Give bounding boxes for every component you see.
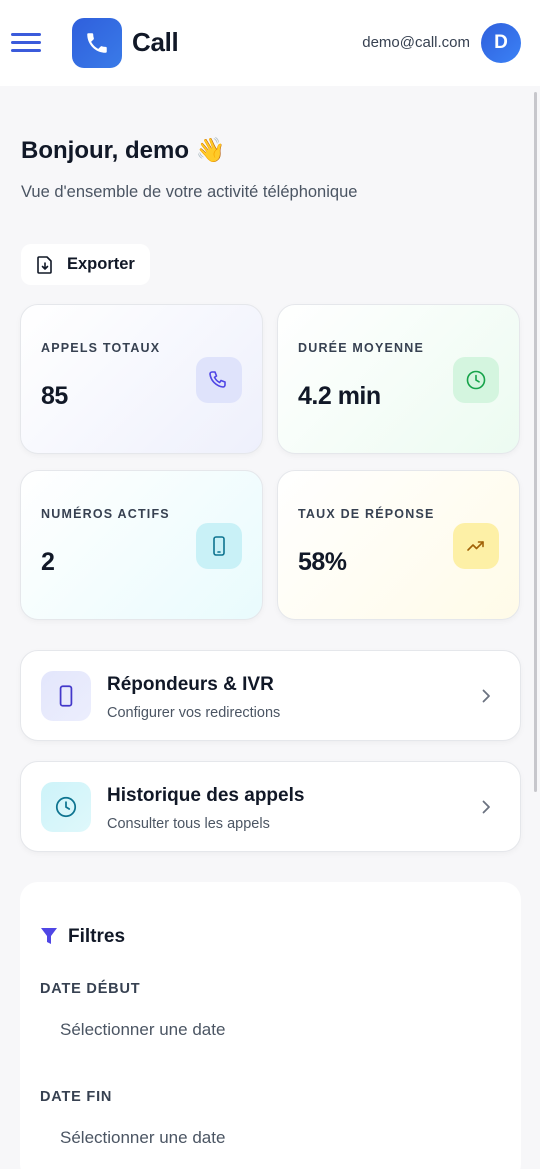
page-title: Bonjour, demo 👋 <box>21 137 226 164</box>
page-subtitle: Vue d'ensemble de votre activité télépho… <box>21 183 358 201</box>
hamburger-menu-icon[interactable] <box>11 31 41 53</box>
start-date-label: DATE DÉBUT <box>40 981 141 997</box>
scrollbar[interactable] <box>534 92 537 792</box>
stat-label: NUMÉROS ACTIFS <box>41 507 170 521</box>
stat-card-response-rate: TAUX DE RÉPONSE 58% <box>277 470 520 620</box>
call-history-title: Historique des appels <box>107 785 305 806</box>
stat-label: DURÉE MOYENNE <box>298 341 425 355</box>
call-history-subtitle: Consulter tous les appels <box>107 816 270 832</box>
chevron-right-icon <box>482 800 490 814</box>
stat-value: 4.2 min <box>298 382 381 410</box>
app-title: Call <box>132 27 179 57</box>
stat-value: 58% <box>298 548 347 576</box>
start-date-input[interactable] <box>40 1010 500 1050</box>
chevron-right-icon <box>482 689 490 703</box>
filter-icon <box>41 928 57 944</box>
call-history-card[interactable]: Historique des appels Consulter tous les… <box>20 761 521 852</box>
stat-value: 2 <box>41 548 55 576</box>
stat-label: TAUX DE RÉPONSE <box>298 507 435 521</box>
export-button[interactable]: Exporter <box>21 244 150 285</box>
clock-icon <box>453 357 499 403</box>
filters-panel: Filtres DATE DÉBUT DATE FIN <box>20 882 521 1169</box>
export-label: Exporter <box>67 255 135 273</box>
ivr-card[interactable]: Répondeurs & IVR Configurer vos redirect… <box>20 650 521 741</box>
mobile-icon <box>41 671 91 721</box>
filters-header: Filtres <box>40 926 125 948</box>
stat-card-total-calls: APPELS TOTAUX 85 <box>20 304 263 454</box>
stat-label: APPELS TOTAUX <box>41 341 161 355</box>
avatar[interactable]: D <box>481 23 521 63</box>
trending-up-icon <box>453 523 499 569</box>
stat-value: 85 <box>41 382 68 410</box>
mobile-icon <box>196 523 242 569</box>
filters-title: Filtres <box>68 926 126 947</box>
phone-icon <box>87 33 107 53</box>
user-email: demo@call.com <box>362 34 470 51</box>
ivr-card-subtitle: Configurer vos redirections <box>107 705 281 721</box>
clock-icon <box>41 782 91 832</box>
top-bar: Call demo@call.com D <box>0 0 540 86</box>
end-date-input[interactable] <box>40 1118 500 1158</box>
phone-icon <box>196 357 242 403</box>
app-logo[interactable] <box>72 18 122 68</box>
end-date-label: DATE FIN <box>40 1089 113 1105</box>
file-download-icon <box>37 255 52 274</box>
stat-card-active-numbers: NUMÉROS ACTIFS 2 <box>20 470 263 620</box>
stat-card-average-duration: DURÉE MOYENNE 4.2 min <box>277 304 520 454</box>
ivr-card-title: Répondeurs & IVR <box>107 674 274 695</box>
